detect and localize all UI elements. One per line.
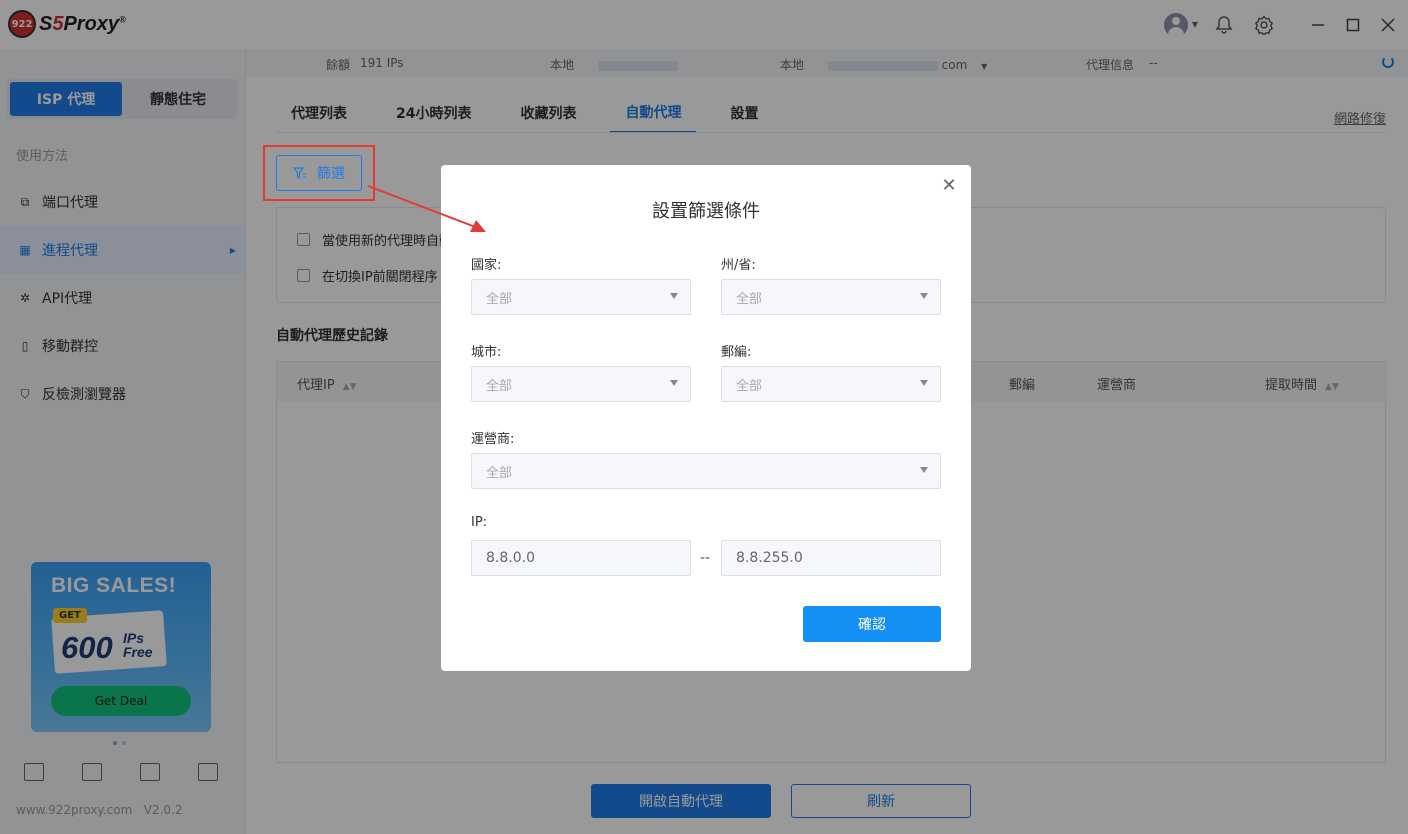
modal-title: 設置篩選條件: [652, 201, 760, 222]
country-select[interactable]: 全部: [471, 279, 691, 315]
zip-select[interactable]: 全部: [721, 366, 941, 402]
chevron-down-icon: [920, 467, 928, 473]
confirm-button[interactable]: 確認: [803, 606, 941, 642]
ip-label: IP:: [471, 515, 488, 530]
zip-label: 郵編:: [721, 345, 752, 360]
highlight-box: [263, 145, 375, 201]
chevron-down-icon: [920, 380, 928, 386]
country-label: 國家:: [471, 258, 502, 273]
state-select[interactable]: 全部: [721, 279, 941, 315]
state-label: 州/省:: [721, 258, 756, 273]
ip-range-separator: --: [700, 550, 711, 566]
chevron-down-icon: [670, 380, 678, 386]
chevron-down-icon: [920, 293, 928, 299]
ip-to-input[interactable]: 8.8.255.0: [721, 540, 941, 576]
filter-modal: 設置篩選條件 ✕ 國家: 全部 州/省: 全部 城市: 全部 郵編: 全部 運營…: [441, 165, 971, 671]
isp-select[interactable]: 全部: [471, 453, 941, 489]
chevron-down-icon: [670, 293, 678, 299]
city-select[interactable]: 全部: [471, 366, 691, 402]
ip-from-input[interactable]: 8.8.0.0: [471, 540, 691, 576]
isp-label: 運營商:: [471, 432, 515, 447]
city-label: 城市:: [471, 345, 502, 360]
close-icon[interactable]: ✕: [939, 175, 959, 196]
